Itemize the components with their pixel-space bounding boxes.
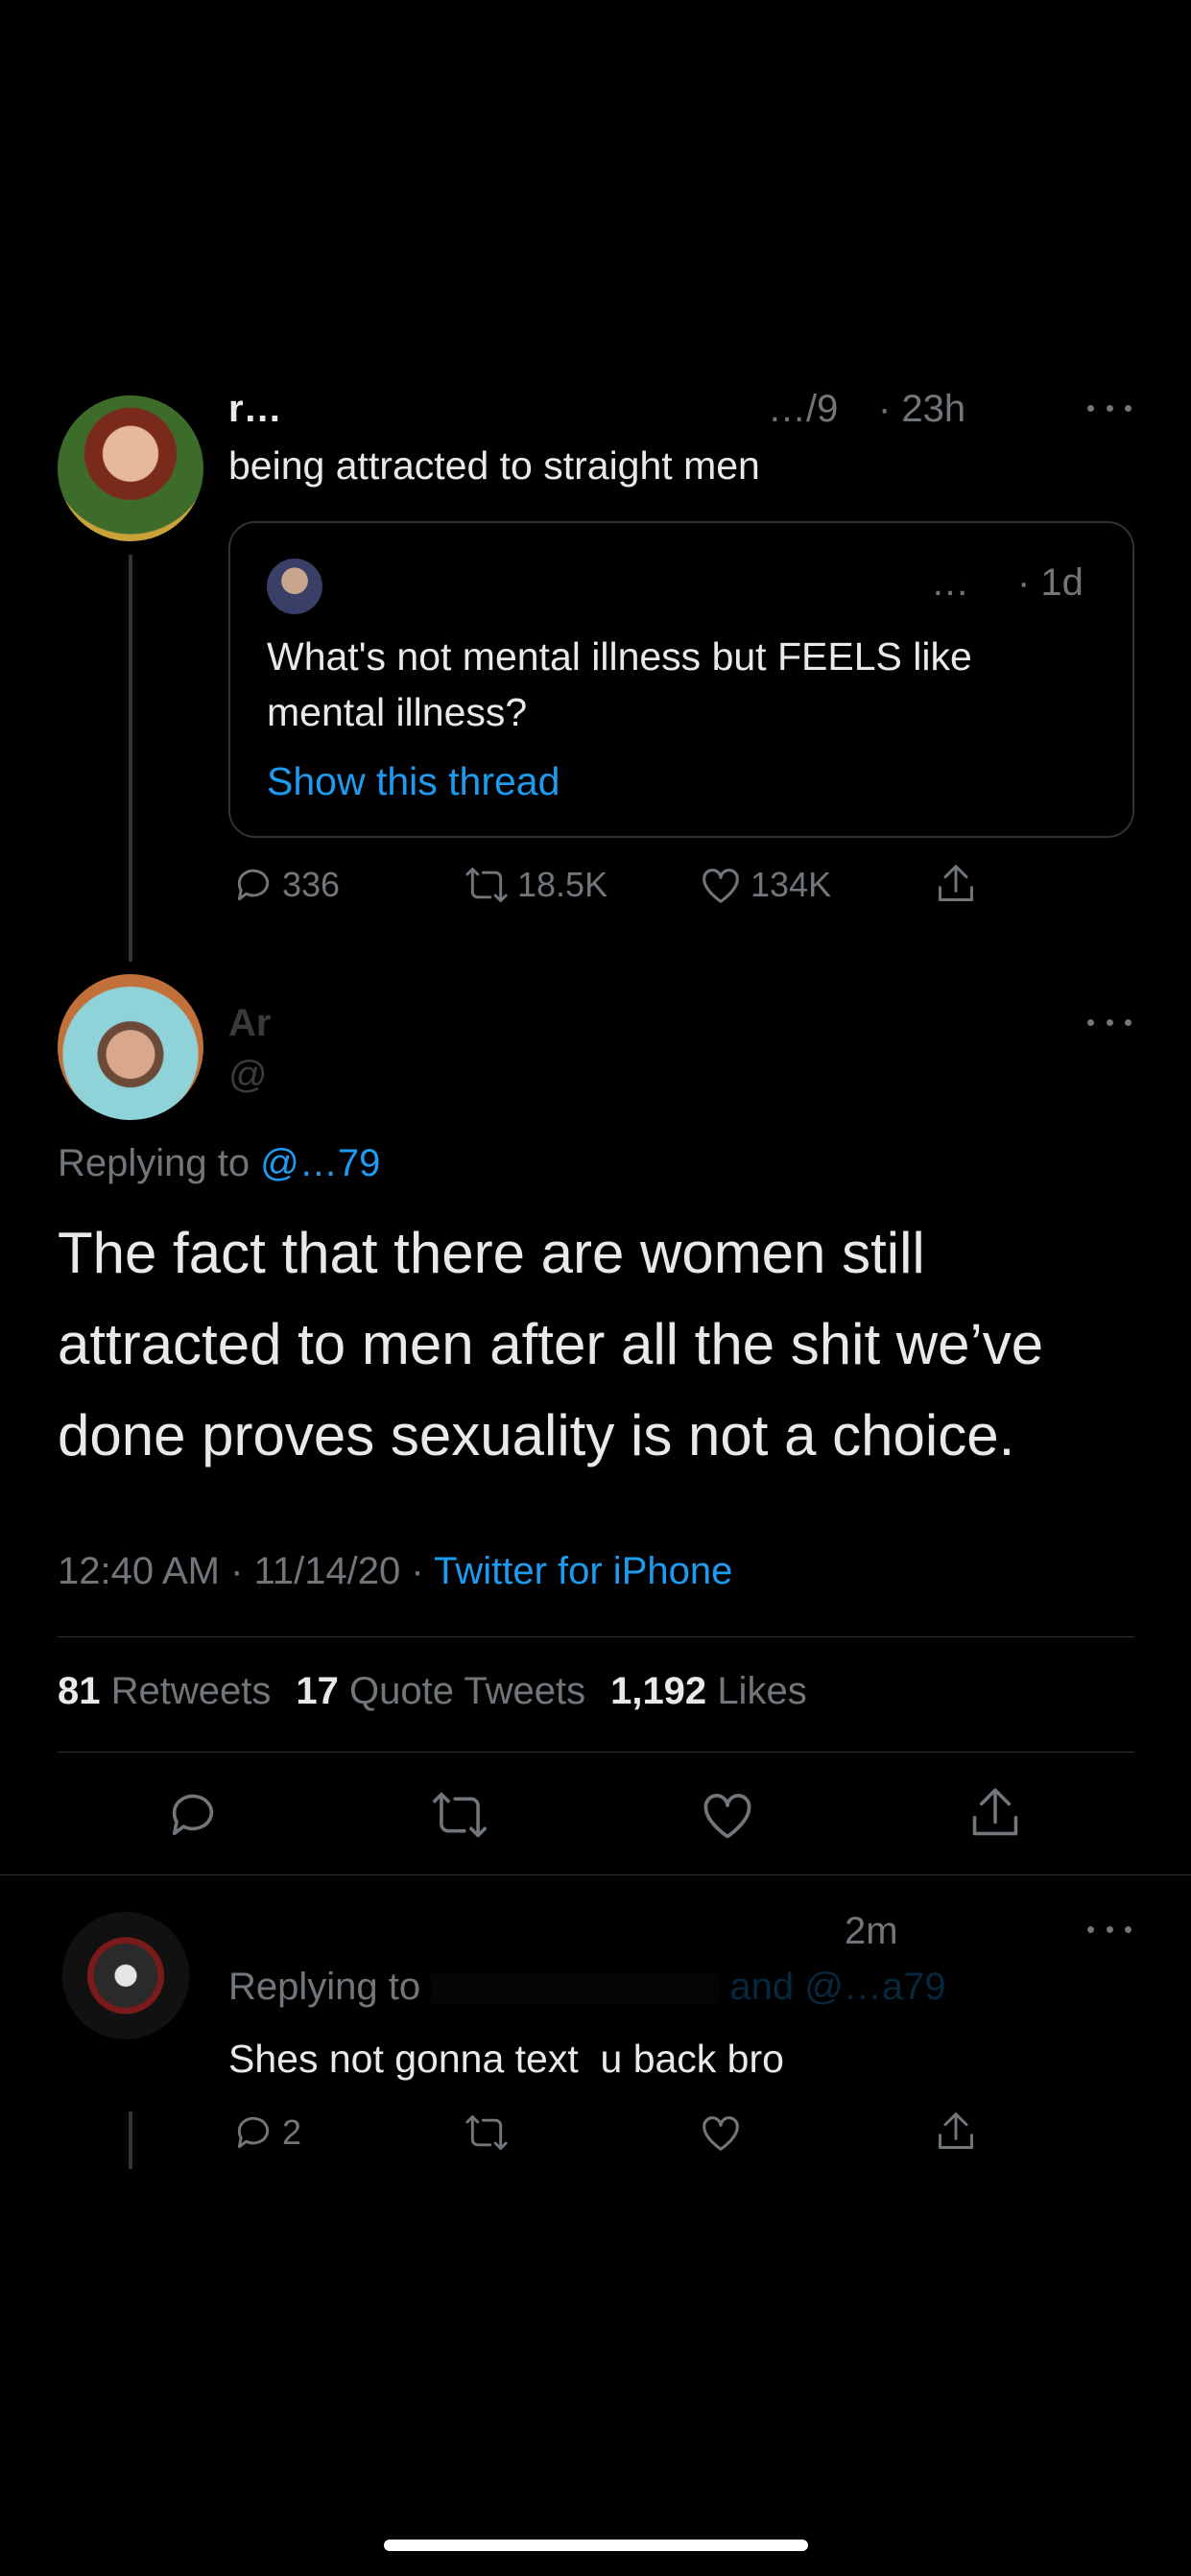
reply-icon <box>172 1794 214 1836</box>
reply-count: 336 <box>282 865 341 904</box>
more-options-icon[interactable] <box>1087 1013 1131 1032</box>
quoted-handle: … <box>931 561 969 604</box>
reply-button[interactable]: 336 <box>232 864 340 906</box>
home-indicator[interactable] <box>384 2540 808 2551</box>
more-options-icon[interactable] <box>1087 398 1131 417</box>
tweet-handle[interactable]: …/9 <box>768 388 838 431</box>
share-icon <box>939 2112 973 2149</box>
replying-to: Replying to and @…a79 <box>228 1966 946 2009</box>
share-button[interactable] <box>935 861 977 907</box>
thread-line <box>129 2111 132 2169</box>
tweet-time: · 23h <box>878 388 966 430</box>
reply-text: Shes not gonna text u back bro <box>228 2037 784 2081</box>
like-button[interactable] <box>699 2111 743 2154</box>
tweet-handle[interactable]: @ <box>228 1054 268 1097</box>
quoted-time: · 1d <box>1017 561 1084 604</box>
replying-to-label: Replying to <box>58 1142 250 1184</box>
replying-to-handles[interactable]: and @…a79 <box>729 1966 945 2008</box>
thread-line <box>129 555 132 962</box>
share-icon <box>972 1788 1018 1836</box>
heart-icon <box>703 1794 751 1839</box>
heart-icon <box>703 2116 739 2151</box>
retweet-button[interactable]: 18.5K <box>464 864 607 906</box>
like-count: 134K <box>750 865 832 904</box>
share-button[interactable] <box>935 2109 977 2155</box>
replying-to-handle[interactable]: @…79 <box>260 1142 380 1184</box>
engagement-stats: 81 Retweets 17 Quote Tweets 1,192 Likes <box>58 1670 807 1713</box>
retweet-button[interactable] <box>430 1787 489 1843</box>
retweet-icon <box>432 1792 488 1838</box>
replying-to: Replying to @…79 <box>58 1142 380 1185</box>
likes-stat[interactable]: 1,192 Likes <box>610 1670 807 1713</box>
avatar[interactable] <box>58 1910 194 2056</box>
retweet-count: 18.5K <box>517 865 608 904</box>
divider <box>0 1874 1191 1875</box>
like-button[interactable] <box>699 1787 756 1843</box>
reply-icon <box>237 869 270 901</box>
retweet-icon <box>465 868 508 902</box>
avatar[interactable] <box>58 974 203 1120</box>
avatar[interactable] <box>58 395 203 541</box>
retweet-button[interactable] <box>464 2111 510 2154</box>
like-button[interactable]: 134K <box>699 864 831 906</box>
replying-to-label: Replying to <box>228 1966 421 2008</box>
quoted-tweet-card[interactable]: … · 1d What's not mental illness but FEE… <box>228 521 1134 838</box>
tweet-author-name[interactable]: r… <box>228 388 282 431</box>
tweet-time: 2m <box>845 1910 898 1952</box>
divider <box>58 1752 1134 1753</box>
retweet-icon <box>465 2115 508 2150</box>
share-button[interactable] <box>967 1783 1023 1843</box>
tweet-timestamp[interactable]: 12:40 AM · 11/14/20 · <box>58 1550 424 1592</box>
divider <box>58 1636 1134 1637</box>
show-thread-link[interactable]: Show this thread <box>267 759 560 804</box>
tweet-source[interactable]: Twitter for iPhone <box>434 1550 732 1592</box>
reply-icon <box>237 2116 270 2149</box>
heart-icon <box>703 869 739 903</box>
retweets-stat[interactable]: 81 Retweets <box>58 1670 271 1713</box>
reply-button[interactable] <box>165 1787 221 1843</box>
tweet-author-name[interactable]: Ar <box>228 1002 271 1045</box>
quote-tweets-stat[interactable]: 17 Quote Tweets <box>296 1670 585 1713</box>
main-tweet-text: The fact that there are women still attr… <box>58 1221 1044 1467</box>
quoted-text: What's not mental illness but FEELS like… <box>267 634 972 734</box>
tweet-metadata: 12:40 AM · 11/14/20 · Twitter for iPhone <box>58 1550 732 1593</box>
avatar[interactable] <box>267 559 322 614</box>
reply-button[interactable]: 2 <box>232 2111 301 2154</box>
more-options-icon[interactable] <box>1087 1920 1131 1939</box>
share-icon <box>939 865 973 901</box>
reply-count: 2 <box>282 2112 302 2152</box>
tweet-text: being attracted to straight men <box>228 443 760 488</box>
